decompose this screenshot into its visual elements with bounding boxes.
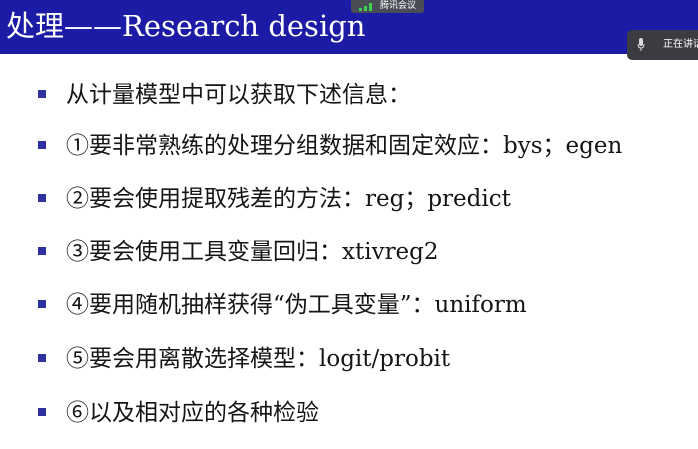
square-bullet-icon xyxy=(38,90,46,98)
list-item: ④要用随机抽样获得“伪工具变量”：uniform xyxy=(0,285,698,325)
list-item-text: ④要用随机抽样获得“伪工具变量”：uniform xyxy=(66,292,527,318)
list-item: ③要会使用工具变量回归：xtivreg2 xyxy=(0,232,698,272)
list-item-text: ②要会使用提取残差的方法：reg；predict xyxy=(66,186,511,212)
microphone-icon xyxy=(637,38,645,52)
meeting-app-label: 腾讯会议 xyxy=(380,1,417,11)
square-bullet-icon xyxy=(38,247,46,255)
list-item-text: ⑤要会用离散选择模型：logit/probit xyxy=(66,346,451,372)
list-item: ①要非常熟练的处理分组数据和固定效应：bys；egen xyxy=(0,126,698,166)
list-item: ⑤要会用离散选择模型：logit/probit xyxy=(0,339,698,379)
square-bullet-icon xyxy=(38,194,46,202)
list-item-text: ⑥以及相对应的各种检验 xyxy=(66,400,319,426)
square-bullet-icon xyxy=(38,141,46,149)
signal-bars-icon xyxy=(359,3,373,11)
square-bullet-icon xyxy=(38,354,46,362)
list-item: 从计量模型中可以获取下述信息： xyxy=(0,75,698,115)
list-item: ⑥以及相对应的各种检验 xyxy=(0,393,698,433)
list-item-text: 从计量模型中可以获取下述信息： xyxy=(66,82,411,108)
speaking-label: 正在讲话 xyxy=(663,39,698,50)
list-item: ②要会使用提取残差的方法：reg；predict xyxy=(0,179,698,219)
meeting-status-pill[interactable]: 腾讯会议 xyxy=(351,0,424,13)
speaking-indicator-panel[interactable]: 正在讲话 xyxy=(627,30,698,60)
slide-title: 处理——Research design xyxy=(6,9,366,43)
square-bullet-icon xyxy=(38,300,46,308)
slide-title-bar: 处理——Research design xyxy=(0,0,698,54)
square-bullet-icon xyxy=(38,408,46,416)
slide-page: 处理——Research design 腾讯会议 正在讲话 从计量模型中可以获取… xyxy=(0,0,698,449)
list-item-text: ①要非常熟练的处理分组数据和固定效应：bys；egen xyxy=(66,133,623,159)
list-item-text: ③要会使用工具变量回归：xtivreg2 xyxy=(66,239,439,265)
